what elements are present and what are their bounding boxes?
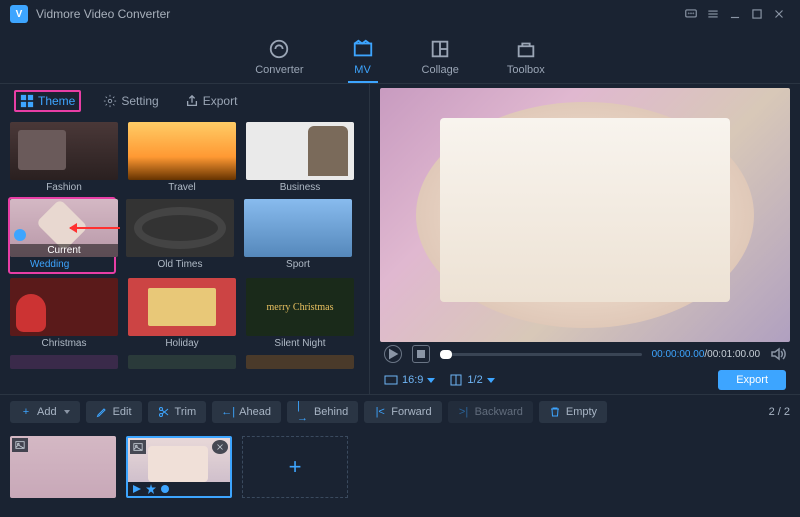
theme-silent-night[interactable]: merry ChristmasSilent Night [246,278,354,351]
tab-mv-label: MV [354,64,371,76]
preview-panel: 00:00:00.00/00:01:00.00 16:9 1/2 Export [370,84,800,394]
theme-more-3[interactable] [246,355,354,369]
edit-button[interactable]: Edit [86,401,142,423]
backward-icon: >| [458,406,470,418]
timeline: + [0,428,800,506]
export-button[interactable]: Export [718,370,786,390]
plus-icon: + [20,406,32,418]
add-clip-button[interactable]: + [242,436,348,498]
star-icon[interactable] [146,484,156,494]
subtab-theme-label: Theme [38,94,75,108]
mv-icon [352,38,374,60]
converter-icon [268,38,290,60]
theme-sport[interactable]: Sport [244,199,352,274]
subtab-setting[interactable]: Setting [99,92,162,110]
theme-business[interactable]: Business [246,122,354,195]
tab-converter-label: Converter [255,64,303,76]
feedback-icon[interactable] [680,3,702,25]
subtab-setting-label: Setting [121,94,158,108]
forward-button[interactable]: |<Forward [364,401,441,423]
edit-icon [96,406,108,418]
theme-more-1[interactable] [10,355,118,369]
ahead-button[interactable]: ←|Ahead [212,401,281,423]
behind-button[interactable]: |→Behind [287,401,358,423]
main-area: Theme Setting Export Fashion Travel Busi… [0,84,800,394]
left-panel: Theme Setting Export Fashion Travel Busi… [0,84,370,394]
trim-button[interactable]: Trim [148,401,207,423]
current-label: Current [10,244,118,257]
tab-toolbox-label: Toolbox [507,64,545,76]
theme-fashion[interactable]: Fashion [10,122,118,195]
theme-holiday[interactable]: Holiday [128,278,236,351]
timeline-clip-2[interactable] [126,436,232,498]
page-icon [449,373,463,387]
tab-mv[interactable]: MV [348,28,378,83]
clip-strip [128,482,230,496]
options-bar: 16:9 1/2 Export [380,366,790,394]
forward-icon: |< [374,406,386,418]
clip-toolbar: +Add Edit Trim ←|Ahead |→Behind |<Forwar… [0,394,800,428]
theme-wedding[interactable]: Current Wedding [8,197,116,274]
theme-old-times[interactable]: Old Times [126,199,234,274]
add-button[interactable]: +Add [10,401,80,423]
aspect-ratio-selector[interactable]: 16:9 [384,373,435,387]
scissors-icon [158,406,170,418]
ahead-icon: ←| [222,406,234,418]
image-icon [130,440,146,454]
tab-collage-label: Collage [422,64,459,76]
subtab-export-label: Export [203,94,238,108]
video-preview[interactable] [380,88,790,342]
minimize-button[interactable] [724,3,746,25]
tab-toolbox[interactable]: Toolbox [503,28,549,83]
player-controls: 00:00:00.00/00:01:00.00 [380,342,790,366]
theme-grid: Fashion Travel Business Current Wedding … [0,118,369,394]
chevron-down-icon [427,378,435,383]
play-button[interactable] [384,345,402,363]
close-button[interactable] [768,3,790,25]
trash-icon [549,406,561,418]
stop-button[interactable] [412,345,430,363]
subtab-export[interactable]: Export [181,92,242,110]
main-tabs: Converter MV Collage Toolbox [0,28,800,84]
seek-bar[interactable] [440,353,642,356]
maximize-button[interactable] [746,3,768,25]
image-icon [12,438,28,452]
title-bar: V Vidmore Video Converter [0,0,800,28]
gear-icon [103,94,117,108]
timeline-clip-1[interactable] [10,436,116,498]
collage-icon [429,38,451,60]
theme-icon [20,94,34,108]
tab-converter[interactable]: Converter [251,28,307,83]
circle-icon[interactable] [160,484,170,494]
sub-tabs: Theme Setting Export [0,84,369,118]
theme-travel[interactable]: Travel [128,122,236,195]
aspect-icon [384,373,398,387]
time-display: 00:00:00.00/00:01:00.00 [652,349,760,360]
annotation-arrow [70,227,120,229]
app-title: Vidmore Video Converter [36,7,170,21]
export-icon [185,94,199,108]
volume-icon[interactable] [770,346,786,362]
remove-clip-icon[interactable] [212,440,228,454]
behind-icon: |→ [297,406,309,418]
subtab-theme[interactable]: Theme [14,90,81,112]
empty-button[interactable]: Empty [539,401,607,423]
menu-icon[interactable] [702,3,724,25]
backward-button[interactable]: >|Backward [448,401,533,423]
tab-collage[interactable]: Collage [418,28,463,83]
chevron-down-icon [64,410,70,414]
toolbox-icon [515,38,537,60]
chevron-down-icon [487,378,495,383]
theme-more-2[interactable] [128,355,236,369]
clip-counter: 2 / 2 [769,406,790,418]
play-icon[interactable] [132,484,142,494]
app-logo-icon: V [10,5,28,23]
theme-christmas[interactable]: Christmas [10,278,118,351]
page-selector[interactable]: 1/2 [449,373,494,387]
